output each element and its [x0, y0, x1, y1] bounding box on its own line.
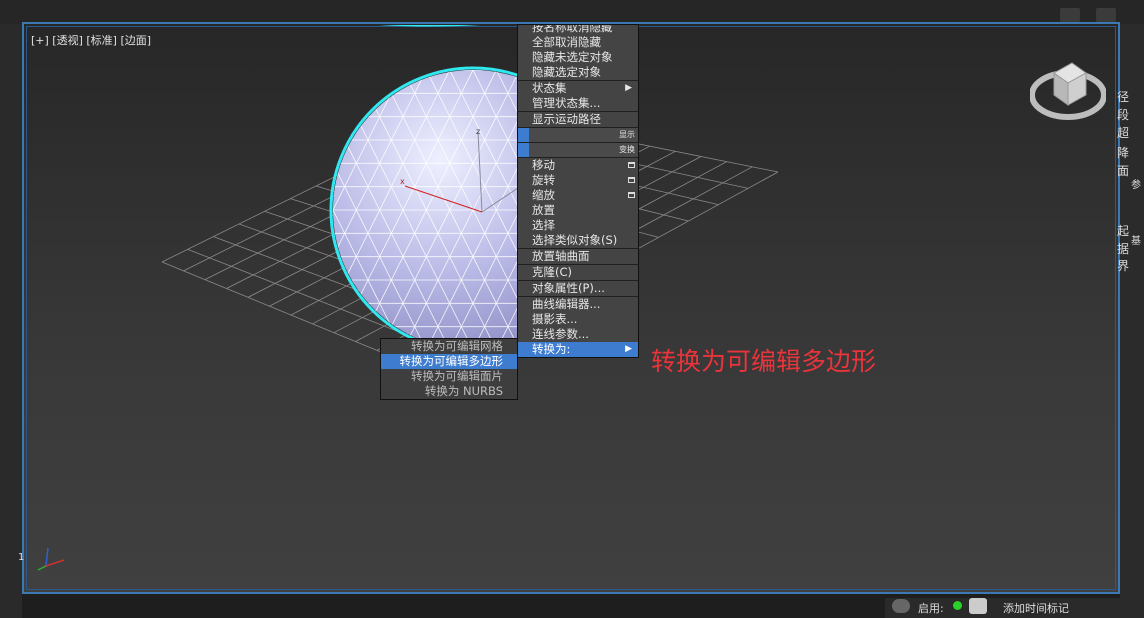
- mesh-triangle: [648, 280, 671, 303]
- menu-item-unhide-by-name[interactable]: 按名称取消隐藏: [518, 25, 638, 35]
- time-tag-label[interactable]: 添加时间标记: [1003, 600, 1069, 616]
- mesh-triangle: [333, 116, 334, 141]
- tutorial-annotation: 转换为可编辑多边形: [651, 347, 877, 376]
- submenu-arrow-icon: ▶: [625, 83, 632, 93]
- quad-transform-label: 变换: [619, 145, 635, 154]
- rotate-label: 旋转: [532, 173, 555, 187]
- move-label: 移动: [532, 158, 555, 172]
- mesh-triangle: [355, 349, 381, 350]
- mesh-triangle: [648, 93, 671, 116]
- menu-item-wire-parameters[interactable]: 连线参数...: [518, 327, 638, 342]
- mesh-triangle: [333, 279, 346, 305]
- menu-item-scale[interactable]: 缩放: [518, 188, 638, 203]
- panel-text: 降: [1117, 146, 1130, 160]
- svg-text:x: x: [400, 177, 405, 186]
- mesh-triangle: [636, 303, 659, 326]
- menu-item-state-sets[interactable]: 状态集 ▶: [518, 80, 638, 96]
- panel-text: 面: [1117, 164, 1130, 178]
- svg-text:z: z: [476, 127, 480, 136]
- menu-item-clone[interactable]: 克隆(C): [518, 264, 638, 280]
- mesh-triangle: [333, 349, 334, 350]
- panel-text: 据: [1117, 242, 1130, 256]
- submenu-item-editable-mesh[interactable]: 转换为可编辑网格: [381, 339, 517, 354]
- menu-item-hide-selected[interactable]: 隐藏选定对象: [518, 65, 638, 80]
- convert-to-label: 转换为:: [532, 342, 571, 356]
- menu-item-dope-sheet[interactable]: 摄影表...: [518, 312, 638, 327]
- menu-item-place-pivot-surface[interactable]: 放置轴曲面: [518, 248, 638, 264]
- submenu-item-nurbs[interactable]: 转换为 NURBS: [381, 384, 517, 399]
- settings-box-icon[interactable]: [628, 162, 635, 168]
- key-button[interactable]: [969, 598, 987, 614]
- menu-item-rotate[interactable]: 旋转: [518, 173, 638, 188]
- menu-item-convert-to[interactable]: 转换为: ▶: [518, 342, 638, 357]
- mesh-triangle: [333, 326, 346, 350]
- panel-text: 超: [1117, 126, 1130, 140]
- menu-item-object-properties[interactable]: 对象属性(P)...: [518, 280, 638, 296]
- panel-text: 起: [1117, 224, 1130, 238]
- state-sets-label: 状态集: [532, 81, 567, 95]
- second-sphere-top: [380, 25, 480, 27]
- submenu-arrow-icon: ▶: [625, 344, 632, 354]
- panel-text: 基: [1131, 236, 1141, 247]
- menu-item-select-similar[interactable]: 选择类似对象(S): [518, 233, 638, 248]
- mesh-triangle: [636, 70, 659, 93]
- quad-tab-icon: [518, 143, 529, 157]
- settings-box-icon[interactable]: [628, 177, 635, 183]
- convert-to-submenu: 转换为可编辑网格 转换为可编辑多边形 转换为可编辑面片 转换为 NURBS: [380, 338, 518, 400]
- menu-item-move[interactable]: 移动: [518, 157, 638, 173]
- mesh-triangle: [333, 70, 334, 95]
- scale-label: 缩放: [532, 188, 555, 202]
- menu-item-manage-state-sets[interactable]: 管理状态集...: [518, 96, 638, 111]
- status-dot-icon: [953, 601, 962, 610]
- mesh-triangle: [636, 117, 659, 140]
- mesh-triangle: [636, 210, 659, 233]
- mesh-triangle: [648, 187, 671, 210]
- mesh-triangle: [333, 92, 346, 118]
- panel-text: 界: [1117, 259, 1130, 273]
- quad-display-header[interactable]: 显示: [518, 127, 638, 142]
- auto-key-label: 启用:: [918, 602, 944, 615]
- mesh-triangle: [333, 70, 357, 95]
- settings-box-icon[interactable]: [628, 192, 635, 198]
- menu-item-show-motion-path[interactable]: 显示运动路径: [518, 111, 638, 127]
- panel-text: 参: [1131, 180, 1141, 191]
- viewcube-icon[interactable]: [1030, 55, 1106, 121]
- submenu-item-editable-patch[interactable]: 转换为可编辑面片: [381, 369, 517, 384]
- panel-text: 段: [1117, 108, 1130, 122]
- menu-item-unhide-all[interactable]: 全部取消隐藏: [518, 35, 638, 50]
- submenu-item-editable-poly[interactable]: 转换为可编辑多边形: [381, 354, 517, 369]
- axis-tripod-icon: [37, 547, 65, 571]
- mesh-triangle: [333, 349, 357, 350]
- menu-item-select[interactable]: 选择: [518, 218, 638, 233]
- menu-item-place[interactable]: 放置: [518, 203, 638, 218]
- mesh-triangle: [355, 70, 381, 95]
- quad-transform-header[interactable]: 变换: [518, 142, 638, 157]
- menu-item-hide-unselected[interactable]: 隐藏未选定对象: [518, 50, 638, 65]
- toggle-icon[interactable]: [892, 599, 910, 613]
- mesh-triangle: [344, 92, 369, 118]
- viewport-number: 1: [18, 552, 25, 563]
- mesh-triangle: [636, 257, 659, 280]
- panel-text: 径: [1117, 90, 1130, 104]
- quad-tab-icon: [518, 128, 529, 142]
- quad-display-label: 显示: [619, 130, 635, 139]
- quad-menu: 按名称取消隐藏 全部取消隐藏 隐藏未选定对象 隐藏选定对象 状态集 ▶ 管理状态集…: [517, 24, 639, 358]
- menu-item-curve-editor[interactable]: 曲线编辑器...: [518, 296, 638, 312]
